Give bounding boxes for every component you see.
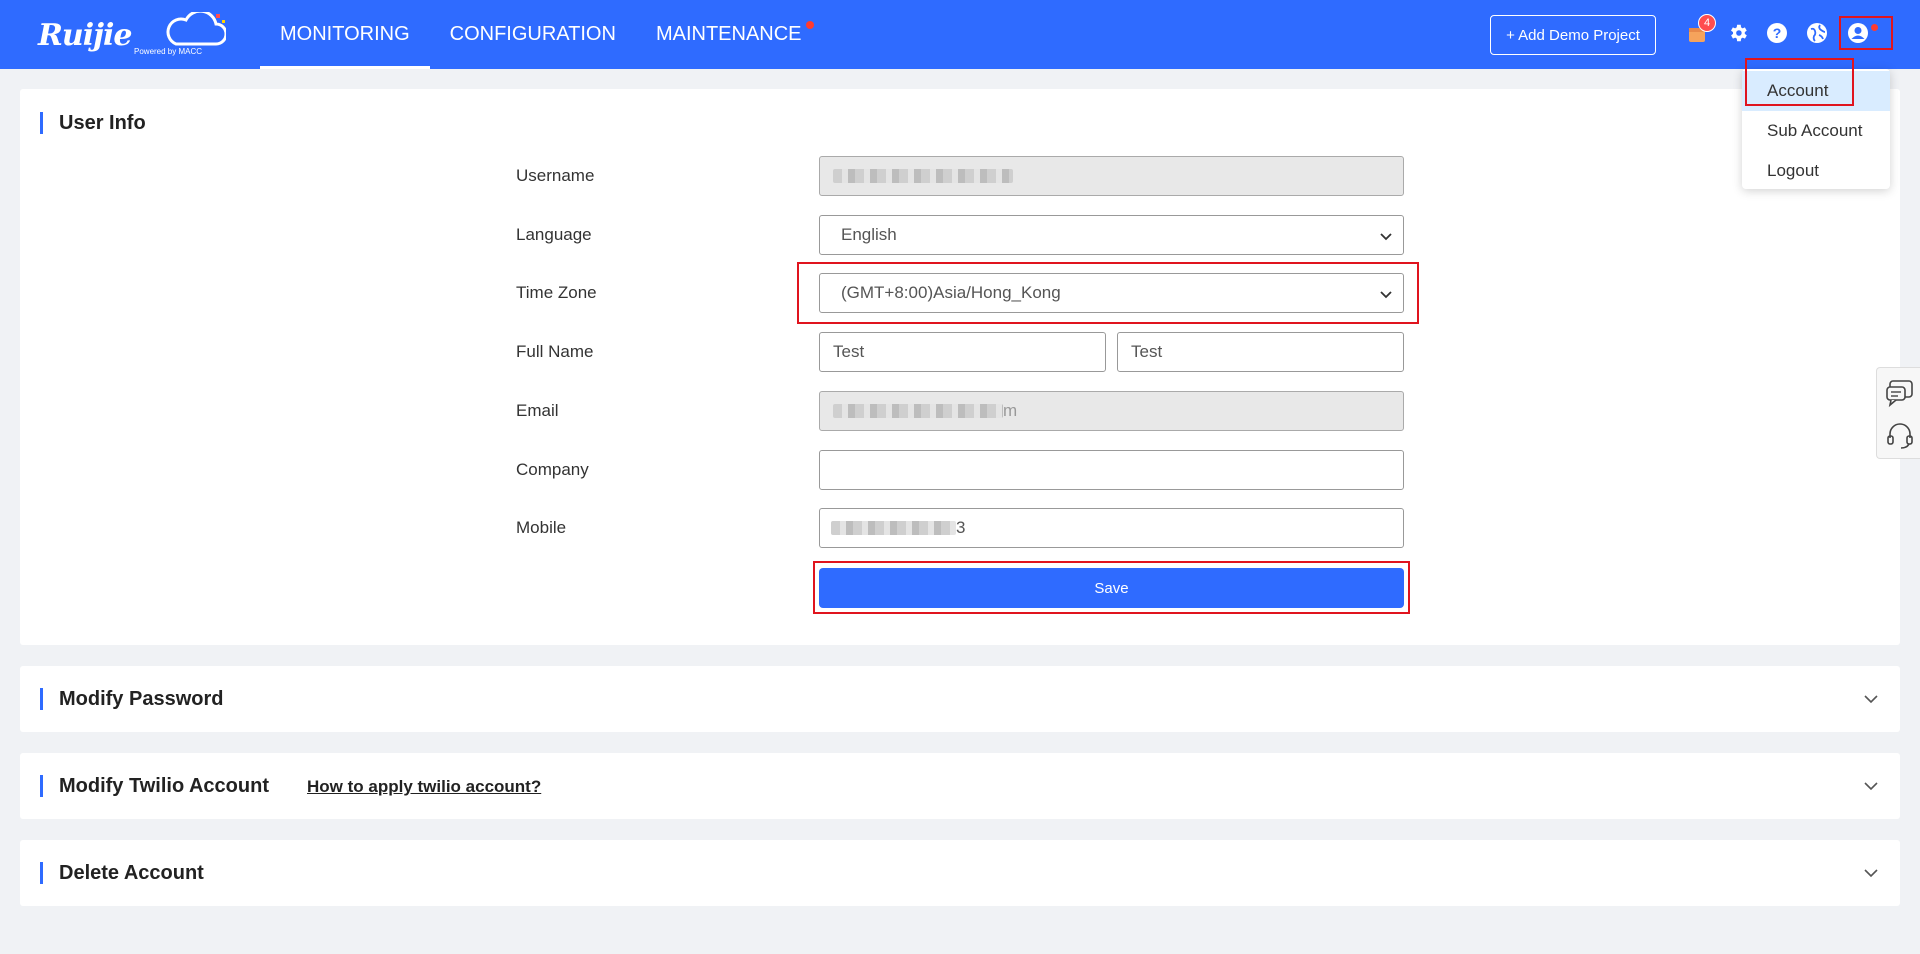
chevron-down-icon[interactable] <box>1862 690 1880 708</box>
mobile-visible-suffix: 3 <box>956 518 966 537</box>
blurred-mobile <box>831 521 956 535</box>
section-title-modify-twilio: Modify Twilio Account <box>40 774 269 798</box>
cloud-logo-icon <box>166 12 226 46</box>
main-nav: MONITORING CONFIGURATION MAINTENANCE <box>260 0 834 69</box>
last-name-value: Test <box>1131 342 1163 361</box>
maintenance-alert-dot <box>805 20 814 29</box>
label-company: Company <box>516 460 589 479</box>
add-demo-project-button[interactable]: + Add Demo Project <box>1490 15 1656 55</box>
label-fullname: Full Name <box>516 342 594 361</box>
user-icon[interactable] <box>1845 20 1871 46</box>
twilio-help-link[interactable]: How to apply twilio account? <box>307 777 541 797</box>
timezone-value: (GMT+8:00)Asia/Hong_Kong <box>841 283 1061 302</box>
timezone-select[interactable]: (GMT+8:00)Asia/Hong_Kong <box>819 273 1404 313</box>
notification-badge: 4 <box>1698 14 1716 32</box>
logo-wordmark: Ruijie <box>38 18 132 53</box>
globe-icon[interactable] <box>1804 20 1830 46</box>
delete-account-card[interactable]: Delete Account <box>20 840 1900 906</box>
label-language: Language <box>516 225 592 244</box>
email-visible-suffix: m <box>1003 401 1018 420</box>
email-field: m <box>819 391 1404 431</box>
side-support-widget <box>1876 367 1920 459</box>
tab-label: CONFIGURATION <box>449 23 616 45</box>
menu-item-logout[interactable]: Logout <box>1742 151 1890 191</box>
tab-label: MAINTENANCE <box>655 23 802 45</box>
last-name-input[interactable]: Test <box>1117 332 1404 372</box>
label-email: Email <box>516 401 559 420</box>
label-username: Username <box>516 166 595 185</box>
menu-item-sub-account[interactable]: Sub Account <box>1742 111 1890 151</box>
tab-label: MONITORING <box>280 23 410 45</box>
tab-configuration[interactable]: CONFIGURATION <box>430 0 636 69</box>
chevron-down-icon <box>1380 291 1392 299</box>
label-mobile: Mobile <box>516 518 567 537</box>
mobile-input[interactable]: 3 <box>819 508 1404 548</box>
chat-icon[interactable] <box>1885 378 1915 408</box>
company-input[interactable] <box>819 450 1404 490</box>
chevron-down-icon <box>1380 233 1392 241</box>
gear-icon[interactable] <box>1725 20 1751 46</box>
modify-password-card[interactable]: Modify Password <box>20 666 1900 732</box>
language-value: English <box>841 225 897 244</box>
username-field <box>819 156 1404 196</box>
help-icon[interactable]: ? <box>1764 20 1790 46</box>
first-name-input[interactable]: Test <box>819 332 1106 372</box>
headset-support-icon[interactable] <box>1885 420 1915 450</box>
chevron-down-icon[interactable] <box>1862 777 1880 795</box>
top-navbar: Ruijie Powered by MACC MONITORING CONFIG… <box>0 0 1920 69</box>
menu-item-account[interactable]: Account <box>1742 71 1890 111</box>
section-title-user-info: User Info <box>40 111 146 135</box>
section-title-delete-account: Delete Account <box>40 861 204 885</box>
logo-tagline: Powered by MACC <box>134 47 203 56</box>
label-timezone: Time Zone <box>516 283 597 302</box>
save-button[interactable]: Save <box>819 568 1404 608</box>
modify-twilio-card[interactable]: Modify Twilio Account How to apply twili… <box>20 753 1900 819</box>
section-title-modify-password: Modify Password <box>40 687 223 711</box>
user-alert-dot <box>1871 24 1878 31</box>
first-name-value: Test <box>833 342 865 361</box>
language-select[interactable]: English <box>819 215 1404 255</box>
account-dropdown-menu: Account Sub Account Logout <box>1742 69 1890 189</box>
tab-maintenance[interactable]: MAINTENANCE <box>636 0 834 69</box>
chevron-down-icon[interactable] <box>1862 864 1880 882</box>
blurred-email <box>833 404 1003 418</box>
tab-monitoring[interactable]: MONITORING <box>260 0 430 69</box>
svg-text:?: ? <box>1773 25 1782 41</box>
blurred-username <box>833 169 1013 183</box>
ruijie-logo[interactable]: Ruijie Powered by MACC <box>36 8 226 60</box>
